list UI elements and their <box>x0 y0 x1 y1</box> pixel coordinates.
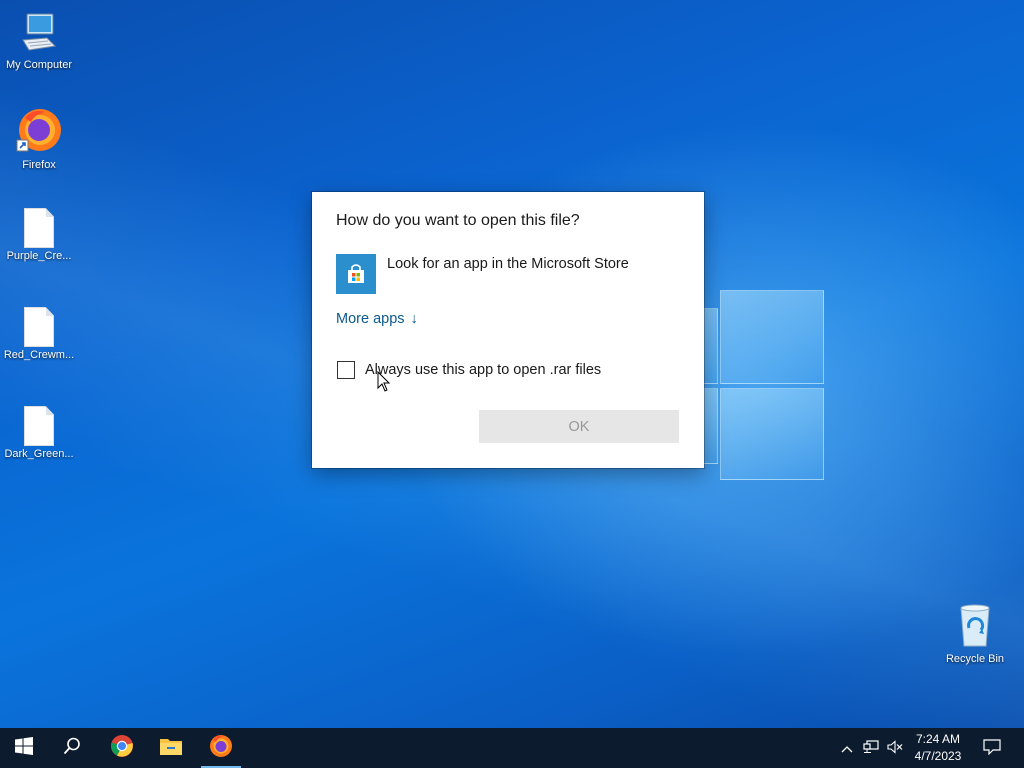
network-icon <box>863 739 879 757</box>
desktop-icon-dark-green[interactable]: Dark_Green... <box>0 406 79 460</box>
more-apps-link[interactable]: More apps ↓ <box>336 311 418 327</box>
firefox-icon <box>209 734 233 763</box>
notification-icon <box>983 738 1001 758</box>
file-explorer-icon <box>159 736 183 761</box>
always-use-checkbox[interactable] <box>337 361 355 379</box>
desktop-icon-red-crewmate[interactable]: Red_Crewm... <box>0 307 79 361</box>
mouse-cursor-icon <box>377 370 391 397</box>
chevron-up-icon <box>841 741 853 756</box>
firefox-icon <box>0 106 79 157</box>
volume-button[interactable] <box>884 728 906 768</box>
taskbar-firefox[interactable] <box>197 728 245 768</box>
search-icon <box>63 737 81 760</box>
dialog-title: How do you want to open this file? <box>336 212 580 229</box>
file-icon <box>24 208 54 248</box>
search-button[interactable] <box>48 728 96 768</box>
desktop-icon-recycle-bin[interactable]: Recycle Bin <box>935 602 1015 665</box>
action-center-button[interactable] <box>978 728 1006 768</box>
chrome-icon <box>110 734 134 763</box>
microsoft-store-icon <box>336 254 376 294</box>
windows-logo-wallpaper <box>700 290 824 480</box>
recycle-bin-icon <box>935 602 1015 651</box>
desktop-icon-purple-crewmate[interactable]: Purple_Cre... <box>0 208 79 262</box>
volume-muted-icon <box>887 739 903 757</box>
arrow-down-icon: ↓ <box>410 311 418 327</box>
network-button[interactable] <box>860 728 882 768</box>
file-icon <box>24 406 54 446</box>
microsoft-store-label: Look for an app in the Microsoft Store <box>387 256 629 272</box>
more-apps-label: More apps <box>336 311 405 327</box>
ok-button[interactable]: OK <box>479 410 679 443</box>
show-hidden-icons-button[interactable] <box>836 728 858 768</box>
open-with-dialog: How do you want to open this file? Look … <box>312 192 704 468</box>
desktop-icon-my-computer[interactable]: My Computer <box>0 10 79 71</box>
taskbar-file-explorer[interactable] <box>147 728 195 768</box>
start-icon <box>15 736 33 760</box>
always-use-label: Always use this app to open .rar files <box>365 362 602 378</box>
clock-date: 4/7/2023 <box>914 749 962 763</box>
desktop-icon-firefox[interactable]: Firefox <box>0 106 79 171</box>
file-icon <box>24 307 54 347</box>
computer-icon <box>0 10 79 57</box>
taskbar: 7:24 AM 4/7/2023 <box>0 728 1024 768</box>
start-button[interactable] <box>0 728 48 768</box>
taskbar-chrome[interactable] <box>98 728 146 768</box>
clock-time: 7:24 AM <box>915 732 961 746</box>
clock[interactable]: 7:24 AM 4/7/2023 <box>906 731 970 765</box>
microsoft-store-option[interactable]: Look for an app in the Microsoft Store <box>336 254 629 294</box>
